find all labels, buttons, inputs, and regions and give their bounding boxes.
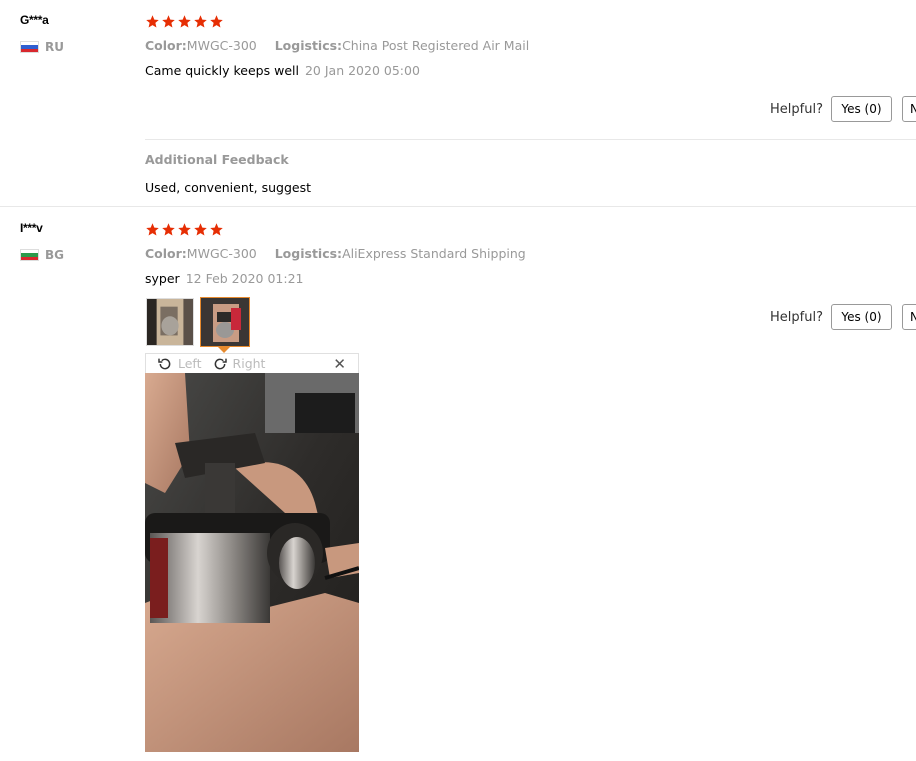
review-date: 20 Jan 2020 05:00 bbox=[304, 63, 420, 78]
rotate-left-icon bbox=[158, 358, 171, 369]
color-label: Color: bbox=[145, 246, 187, 261]
reviewer-country: RU bbox=[20, 40, 64, 54]
star-icon bbox=[178, 15, 191, 28]
helpful-no-button[interactable]: N bbox=[901, 96, 916, 122]
reviewer-name: G***a bbox=[20, 13, 49, 27]
star-icon bbox=[146, 223, 159, 236]
logistics-value: China Post Registered Air Mail bbox=[342, 38, 530, 53]
helpful-label: Helpful? bbox=[770, 101, 823, 117]
star-icon bbox=[178, 223, 191, 236]
helpful-yes-button[interactable]: Yes (0) bbox=[830, 304, 892, 330]
review-comment: syper 12 Feb 2020 01:21 bbox=[145, 271, 303, 286]
review-comment: Came quickly keeps well 20 Jan 2020 05:00 bbox=[145, 63, 420, 78]
photo-thumbnail-image bbox=[147, 299, 193, 345]
color-value: MWGC-300 bbox=[186, 246, 257, 261]
russia-flag-icon bbox=[20, 41, 39, 53]
helpful-voting: Helpful? Yes (0) N bbox=[770, 304, 916, 330]
order-info: Color:MWGC-300 Logistics:AliExpress Stan… bbox=[145, 246, 526, 261]
star-icon bbox=[162, 15, 175, 28]
reviewer-country: BG bbox=[20, 248, 64, 262]
color-value: MWGC-300 bbox=[186, 38, 257, 53]
comment-text: syper bbox=[145, 271, 180, 286]
review-photo-image bbox=[145, 373, 359, 752]
rotate-right-icon bbox=[214, 358, 227, 369]
logistics-value: AliExpress Standard Shipping bbox=[342, 246, 526, 261]
helpful-yes-button[interactable]: Yes (0) bbox=[830, 96, 892, 122]
close-icon[interactable]: ✕ bbox=[333, 354, 346, 374]
star-icon bbox=[146, 15, 159, 28]
review-photo-thumbnail-active[interactable] bbox=[200, 297, 250, 347]
bulgaria-flag-icon bbox=[20, 249, 39, 261]
star-icon bbox=[210, 223, 223, 236]
comment-text: Came quickly keeps well bbox=[145, 63, 299, 78]
rotate-left-button[interactable]: Left bbox=[157, 356, 202, 372]
star-icon bbox=[210, 15, 223, 28]
star-icon bbox=[194, 15, 207, 28]
rating-stars bbox=[145, 222, 224, 237]
rotate-left-label: Left bbox=[178, 356, 202, 371]
divider bbox=[145, 139, 916, 140]
image-viewer-toolbar: Left Right ✕ bbox=[145, 353, 359, 373]
helpful-voting: Helpful? Yes (0) N bbox=[770, 96, 916, 122]
review-photo-thumbnail[interactable] bbox=[146, 298, 194, 346]
rotate-right-button[interactable]: Right bbox=[212, 356, 266, 372]
additional-feedback-title: Additional Feedback bbox=[145, 152, 289, 167]
logistics-label: Logistics: bbox=[274, 38, 343, 53]
country-code: RU bbox=[45, 40, 64, 54]
star-icon bbox=[162, 223, 175, 236]
country-code: BG bbox=[45, 248, 64, 262]
rotate-right-label: Right bbox=[232, 356, 266, 371]
color-label: Color: bbox=[145, 38, 187, 53]
additional-feedback-text: Used, convenient, suggest bbox=[145, 180, 312, 195]
helpful-no-button[interactable]: N bbox=[901, 304, 916, 330]
rating-stars bbox=[145, 14, 224, 29]
review-photo-enlarged bbox=[145, 373, 359, 752]
helpful-label: Helpful? bbox=[770, 309, 823, 325]
star-icon bbox=[194, 223, 207, 236]
photo-thumbnail-image bbox=[201, 298, 249, 346]
order-info: Color:MWGC-300 Logistics:China Post Regi… bbox=[145, 38, 529, 53]
review-separator bbox=[0, 206, 916, 207]
reviewer-name: I***v bbox=[20, 221, 43, 235]
logistics-label: Logistics: bbox=[274, 246, 343, 261]
review-date: 12 Feb 2020 01:21 bbox=[185, 271, 304, 286]
